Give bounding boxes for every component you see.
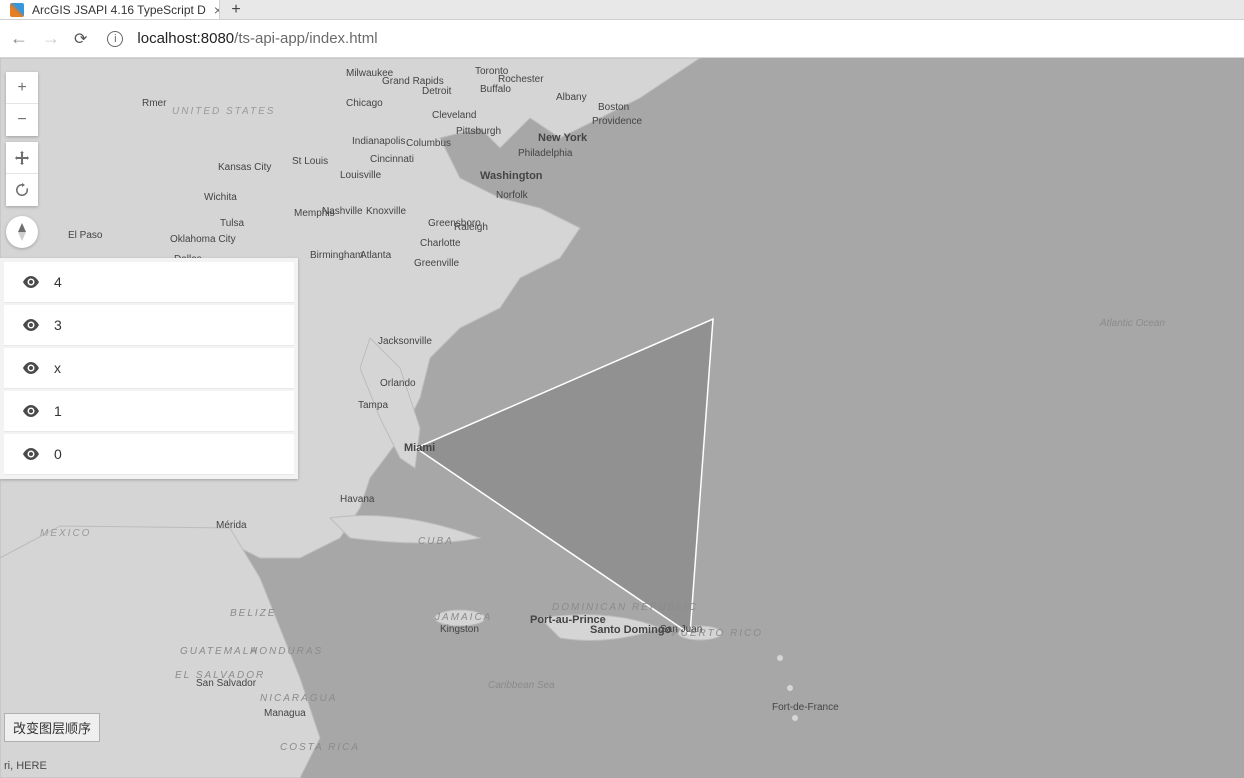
address-bar: ← → ⟳ i localhost:8080/ts-api-app/index.… [0,20,1244,58]
visibility-icon[interactable] [22,448,40,460]
zoom-out-button[interactable]: − [6,104,38,136]
reload-button[interactable]: ⟳ [74,29,87,49]
layer-label: 3 [54,317,62,333]
layer-item[interactable]: 4 [4,262,294,303]
rotate-button[interactable] [6,174,38,206]
zoom-in-button[interactable]: + [6,72,38,104]
pan-icon [14,150,30,166]
rotate-icon [14,182,30,198]
pan-button[interactable] [6,142,38,174]
map-view[interactable]: UNITED STATES MEXICO CUBA BELIZE GUATEMA… [0,58,1244,778]
url-text[interactable]: localhost:8080/ts-api-app/index.html [137,30,377,47]
layer-label: x [54,360,61,376]
browser-tab[interactable]: ArcGIS JSAPI 4.16 TypeScript D × [0,0,220,19]
compass-icon [15,223,29,241]
change-layer-order-button[interactable]: 改变图层顺序 [4,713,100,742]
forward-button[interactable]: → [42,28,60,49]
layer-label: 1 [54,403,62,419]
navigation-controls [6,142,38,206]
layer-item[interactable]: x [4,348,294,389]
layer-item[interactable]: 0 [4,434,294,475]
visibility-icon[interactable] [22,319,40,331]
layer-label: 0 [54,446,62,462]
zoom-controls: + − [6,72,38,136]
layer-label: 4 [54,274,62,290]
visibility-icon[interactable] [22,405,40,417]
new-tab-button[interactable]: + [220,0,252,19]
layer-list-widget: 4 3 x 1 0 [0,258,298,479]
visibility-icon[interactable] [22,276,40,288]
compass-button[interactable] [6,216,38,248]
tab-title: ArcGIS JSAPI 4.16 TypeScript D [32,3,206,17]
layer-item[interactable]: 1 [4,391,294,432]
back-button[interactable]: ← [10,28,28,49]
browser-tab-strip: ArcGIS JSAPI 4.16 TypeScript D × + [0,0,1244,20]
attribution-text: ri, HERE [4,760,47,772]
favicon [10,3,24,17]
layer-item[interactable]: 3 [4,305,294,346]
visibility-icon[interactable] [22,362,40,374]
site-info-icon[interactable]: i [107,31,123,47]
